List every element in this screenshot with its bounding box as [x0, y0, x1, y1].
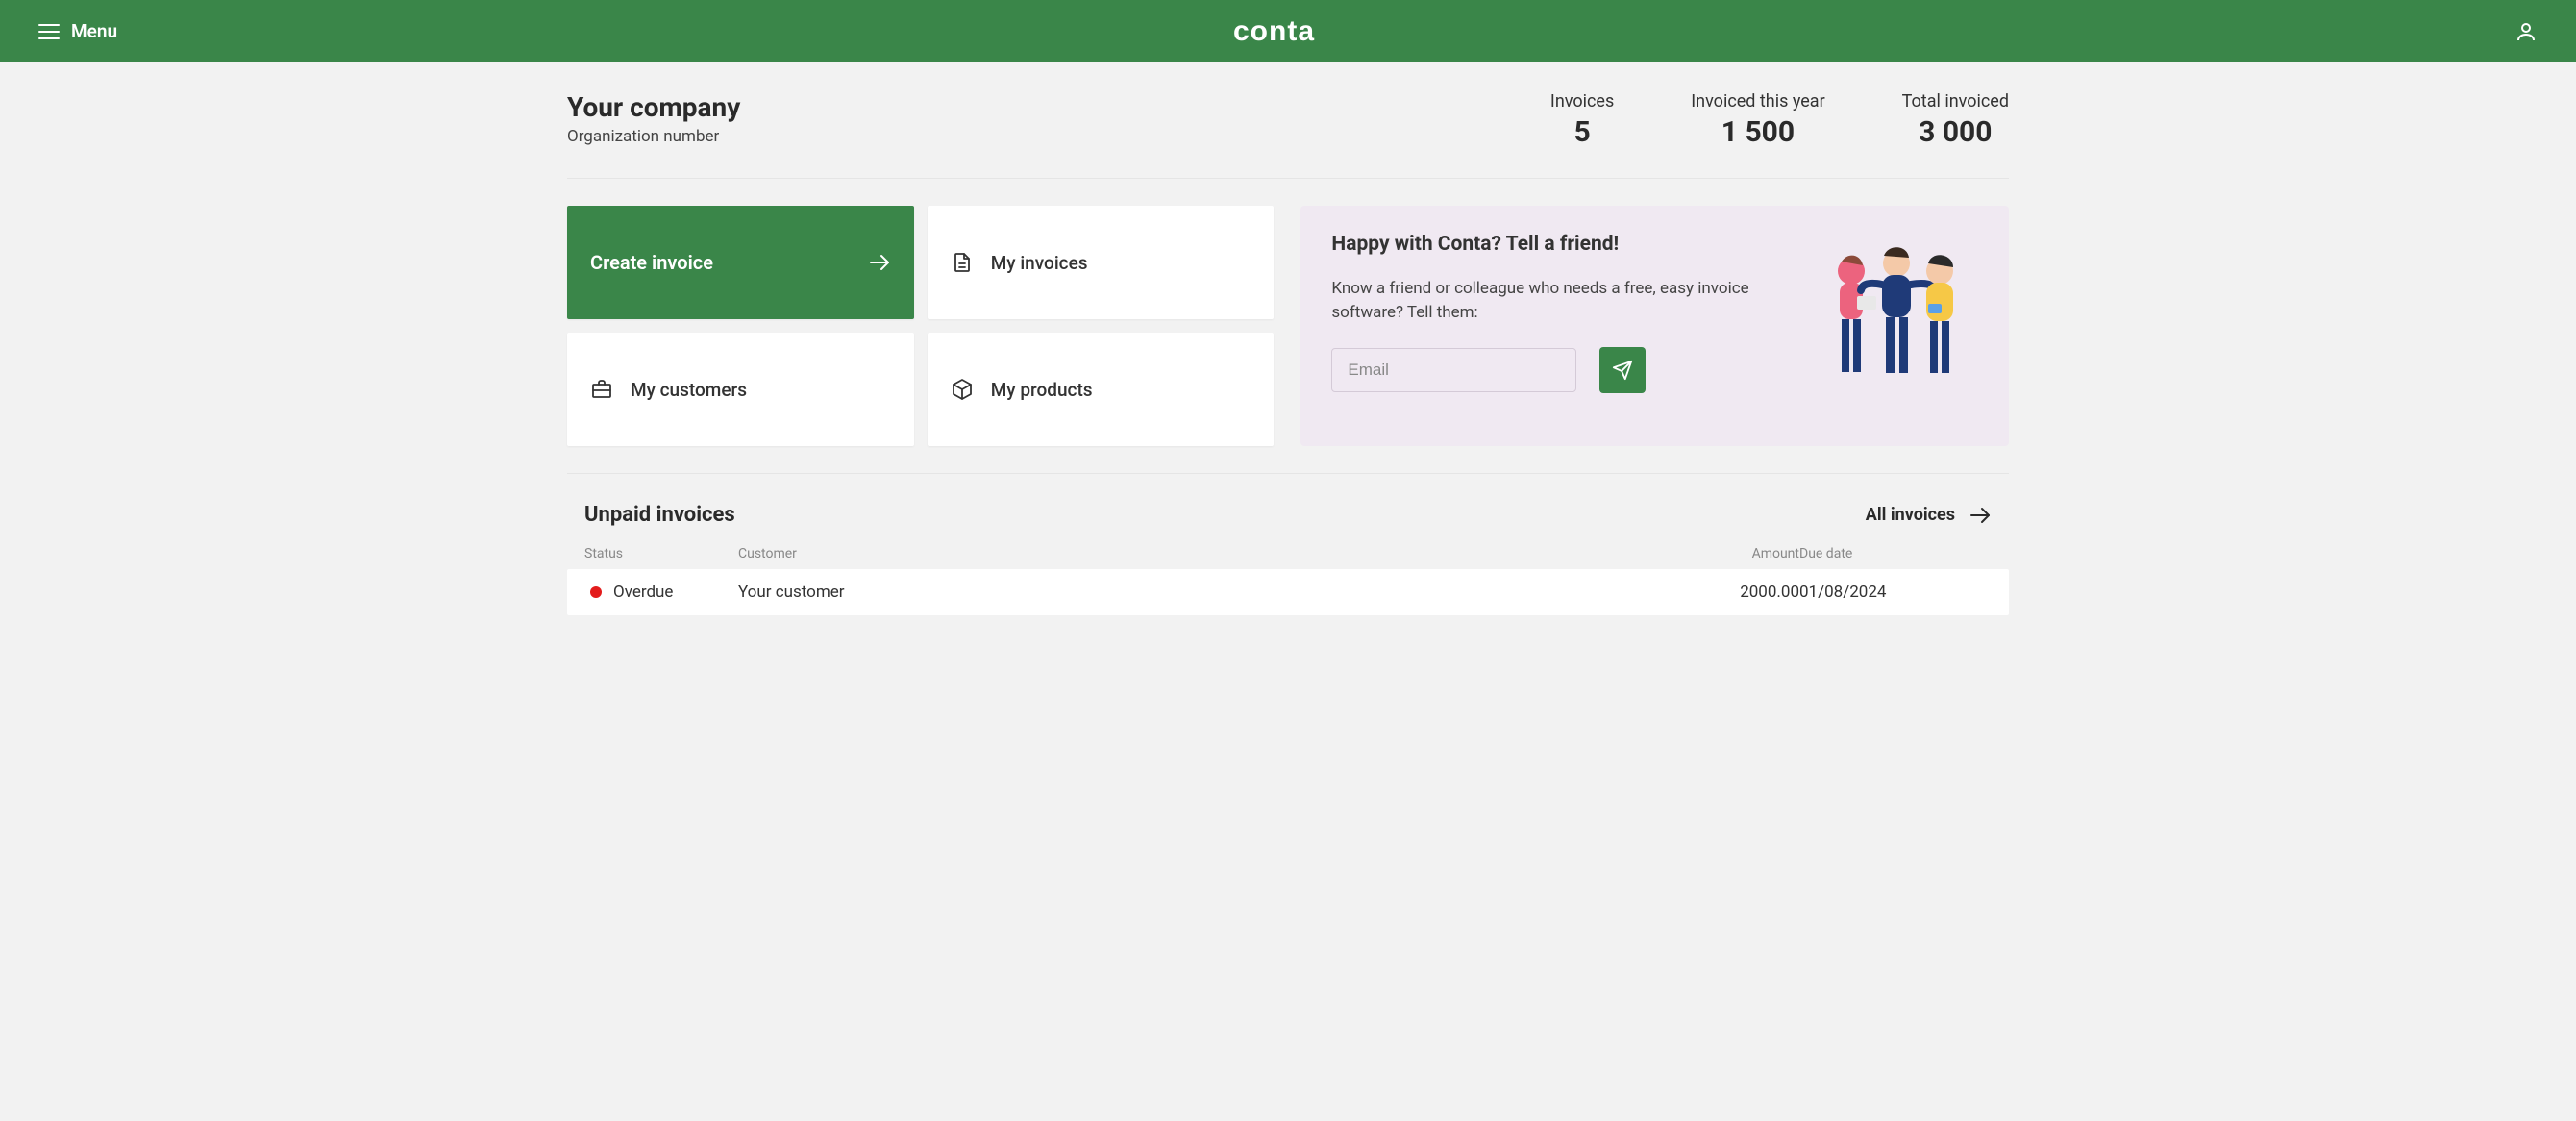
- logo: conta: [1233, 15, 1343, 48]
- stat-total-invoiced: Total invoiced 3 000: [1902, 91, 2009, 149]
- referral-title: Happy with Conta? Tell a friend!: [1331, 233, 1786, 256]
- profile-icon: [2514, 20, 2538, 43]
- stat-invoiced-year: Invoiced this year 1 500: [1691, 91, 1824, 149]
- action-label: My customers: [631, 379, 747, 401]
- col-due-date: Due date: [1799, 546, 1992, 561]
- col-customer: Customer: [738, 546, 1655, 561]
- my-products-button[interactable]: My products: [928, 333, 1275, 446]
- svg-text:conta: conta: [1233, 15, 1315, 47]
- stat-value: 3 000: [1902, 115, 2009, 149]
- stat-invoices: Invoices 5: [1550, 91, 1614, 149]
- stat-label: Invoiced this year: [1691, 91, 1824, 112]
- customer-cell: Your customer: [738, 583, 1655, 602]
- action-label: Create invoice: [590, 251, 713, 274]
- col-status: Status: [584, 546, 738, 561]
- arrow-right-icon: [868, 251, 891, 274]
- all-invoices-label: All invoices: [1866, 505, 1955, 525]
- create-invoice-button[interactable]: Create invoice: [567, 206, 914, 319]
- my-customers-button[interactable]: My customers: [567, 333, 914, 446]
- send-icon: [1612, 360, 1633, 381]
- menu-button[interactable]: Menu: [38, 20, 117, 42]
- due-date-cell: 01/08/2024: [1799, 583, 1992, 602]
- menu-label: Menu: [71, 20, 117, 42]
- stat-value: 1 500: [1691, 115, 1824, 149]
- referral-send-button[interactable]: [1599, 347, 1646, 393]
- hamburger-icon: [38, 24, 60, 39]
- status-text: Overdue: [613, 583, 673, 602]
- invoice-table: Status Customer Amount Due date Overdue …: [567, 538, 2009, 615]
- arrow-right-icon: [1969, 504, 1992, 527]
- org-number-label: Organization number: [567, 127, 740, 146]
- amount-cell: 2000.00: [1655, 583, 1799, 602]
- stat-label: Total invoiced: [1902, 91, 2009, 112]
- company-name: Your company: [567, 91, 740, 123]
- company-header: Your company Organization number Invoice…: [567, 91, 2009, 179]
- actions-grid: Create invoice My invoices My customers: [567, 206, 1274, 446]
- cube-icon: [951, 378, 974, 401]
- table-row[interactable]: Overdue Your customer 2000.00 01/08/2024: [567, 569, 2009, 615]
- referral-email-input[interactable]: [1331, 348, 1576, 392]
- my-invoices-button[interactable]: My invoices: [928, 206, 1275, 319]
- status-dot-icon: [590, 586, 602, 598]
- all-invoices-link[interactable]: All invoices: [1866, 504, 1992, 527]
- friends-illustration: [1815, 233, 1978, 396]
- document-icon: [951, 251, 974, 274]
- col-amount: Amount: [1655, 546, 1799, 561]
- stat-value: 5: [1550, 115, 1614, 149]
- stats-row: Invoices 5 Invoiced this year 1 500 Tota…: [1550, 91, 2009, 149]
- logo-icon: conta: [1233, 15, 1343, 48]
- section-title: Unpaid invoices: [584, 503, 735, 527]
- action-label: My invoices: [991, 252, 1088, 274]
- unpaid-invoices-section: Unpaid invoices All invoices Status Cust…: [567, 474, 2009, 615]
- referral-body: Know a friend or colleague who needs a f…: [1331, 277, 1786, 324]
- profile-button[interactable]: [2514, 20, 2538, 43]
- stat-label: Invoices: [1550, 91, 1614, 112]
- referral-card: Happy with Conta? Tell a friend! Know a …: [1300, 206, 2009, 446]
- action-label: My products: [991, 379, 1093, 401]
- topbar: Menu conta: [0, 0, 2576, 62]
- table-header: Status Customer Amount Due date: [567, 538, 2009, 569]
- briefcase-icon: [590, 378, 613, 401]
